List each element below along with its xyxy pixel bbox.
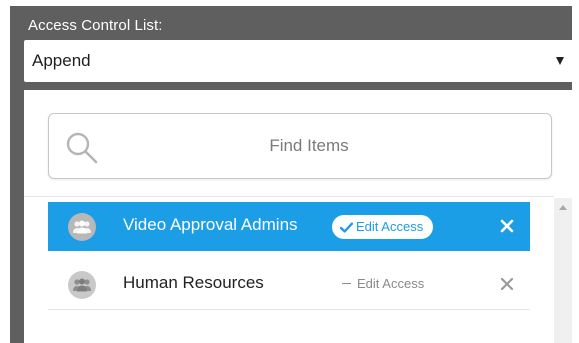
edit-access-toggle[interactable]: Edit Access bbox=[342, 276, 424, 291]
list-item-name: Video Approval Admins bbox=[123, 215, 298, 234]
scroll-up-arrow-icon[interactable] bbox=[559, 205, 567, 210]
dropdown-arrow-icon bbox=[556, 57, 564, 65]
group-icon bbox=[73, 220, 91, 234]
edit-access-label: Edit Access bbox=[357, 276, 425, 291]
checkmark-icon bbox=[340, 221, 353, 233]
group-avatar bbox=[68, 213, 96, 241]
list-scrollbar[interactable] bbox=[554, 198, 572, 343]
list-item[interactable]: Video Approval Admins Edit Access bbox=[48, 202, 530, 251]
dash-icon bbox=[342, 283, 351, 285]
acl-mode-selected-value: Append bbox=[32, 51, 91, 70]
search-input[interactable] bbox=[109, 114, 509, 178]
close-icon[interactable] bbox=[500, 219, 514, 233]
access-control-list-label: Access Control List: bbox=[28, 17, 163, 34]
group-avatar bbox=[68, 271, 96, 299]
acl-mode-select[interactable]: Append bbox=[24, 40, 576, 82]
list-divider bbox=[24, 196, 554, 197]
acl-content-area: Video Approval Admins Edit Access Human … bbox=[24, 90, 572, 343]
list-item-name: Human Resources bbox=[123, 273, 264, 292]
list-item[interactable]: Human Resources Edit Access bbox=[48, 260, 530, 310]
search-icon bbox=[66, 132, 98, 164]
group-icon bbox=[73, 278, 91, 292]
close-icon[interactable] bbox=[500, 277, 514, 291]
find-items-search-box[interactable] bbox=[48, 113, 552, 179]
edit-access-toggle[interactable]: Edit Access bbox=[332, 215, 434, 239]
edit-access-label: Edit Access bbox=[356, 219, 424, 234]
